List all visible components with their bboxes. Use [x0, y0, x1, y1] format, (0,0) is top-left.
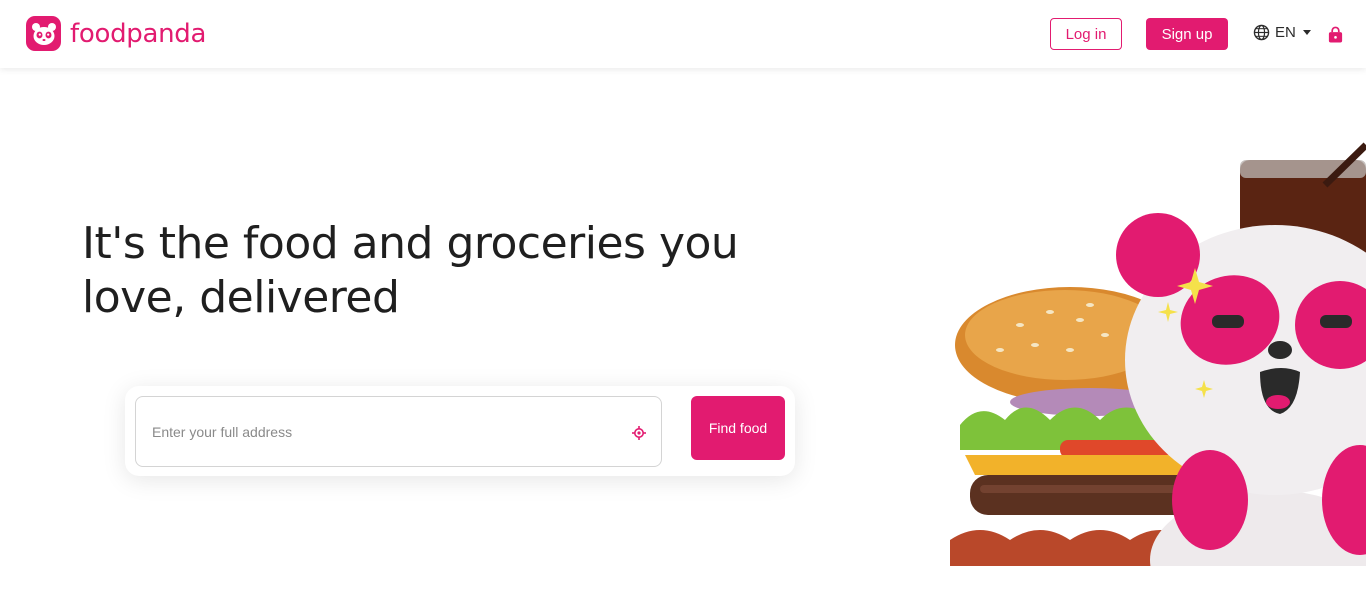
shopping-bag-icon[interactable] [1327, 26, 1344, 44]
find-food-button[interactable]: Find food [691, 396, 785, 460]
panda-face-icon [26, 16, 61, 51]
globe-icon [1253, 24, 1270, 41]
language-code: EN [1275, 24, 1296, 41]
burger-and-panda-mascot-image [940, 140, 1366, 566]
language-selector[interactable]: EN [1253, 24, 1311, 41]
login-button[interactable]: Log in [1050, 18, 1122, 50]
chevron-down-icon [1302, 30, 1311, 35]
top-header: foodpanda Log in Sign up EN [0, 0, 1366, 68]
address-input[interactable] [152, 397, 612, 466]
signup-button[interactable]: Sign up [1146, 18, 1228, 50]
foodpanda-logo[interactable]: foodpanda [26, 16, 206, 51]
page-divider-area [0, 566, 1366, 604]
address-search-card: Find food [125, 386, 795, 476]
brand-name: foodpanda [70, 18, 207, 49]
crosshair-locate-icon[interactable] [632, 426, 646, 440]
hero-title: It's the food and groceries you love, de… [82, 218, 739, 323]
address-field-container [135, 396, 662, 467]
